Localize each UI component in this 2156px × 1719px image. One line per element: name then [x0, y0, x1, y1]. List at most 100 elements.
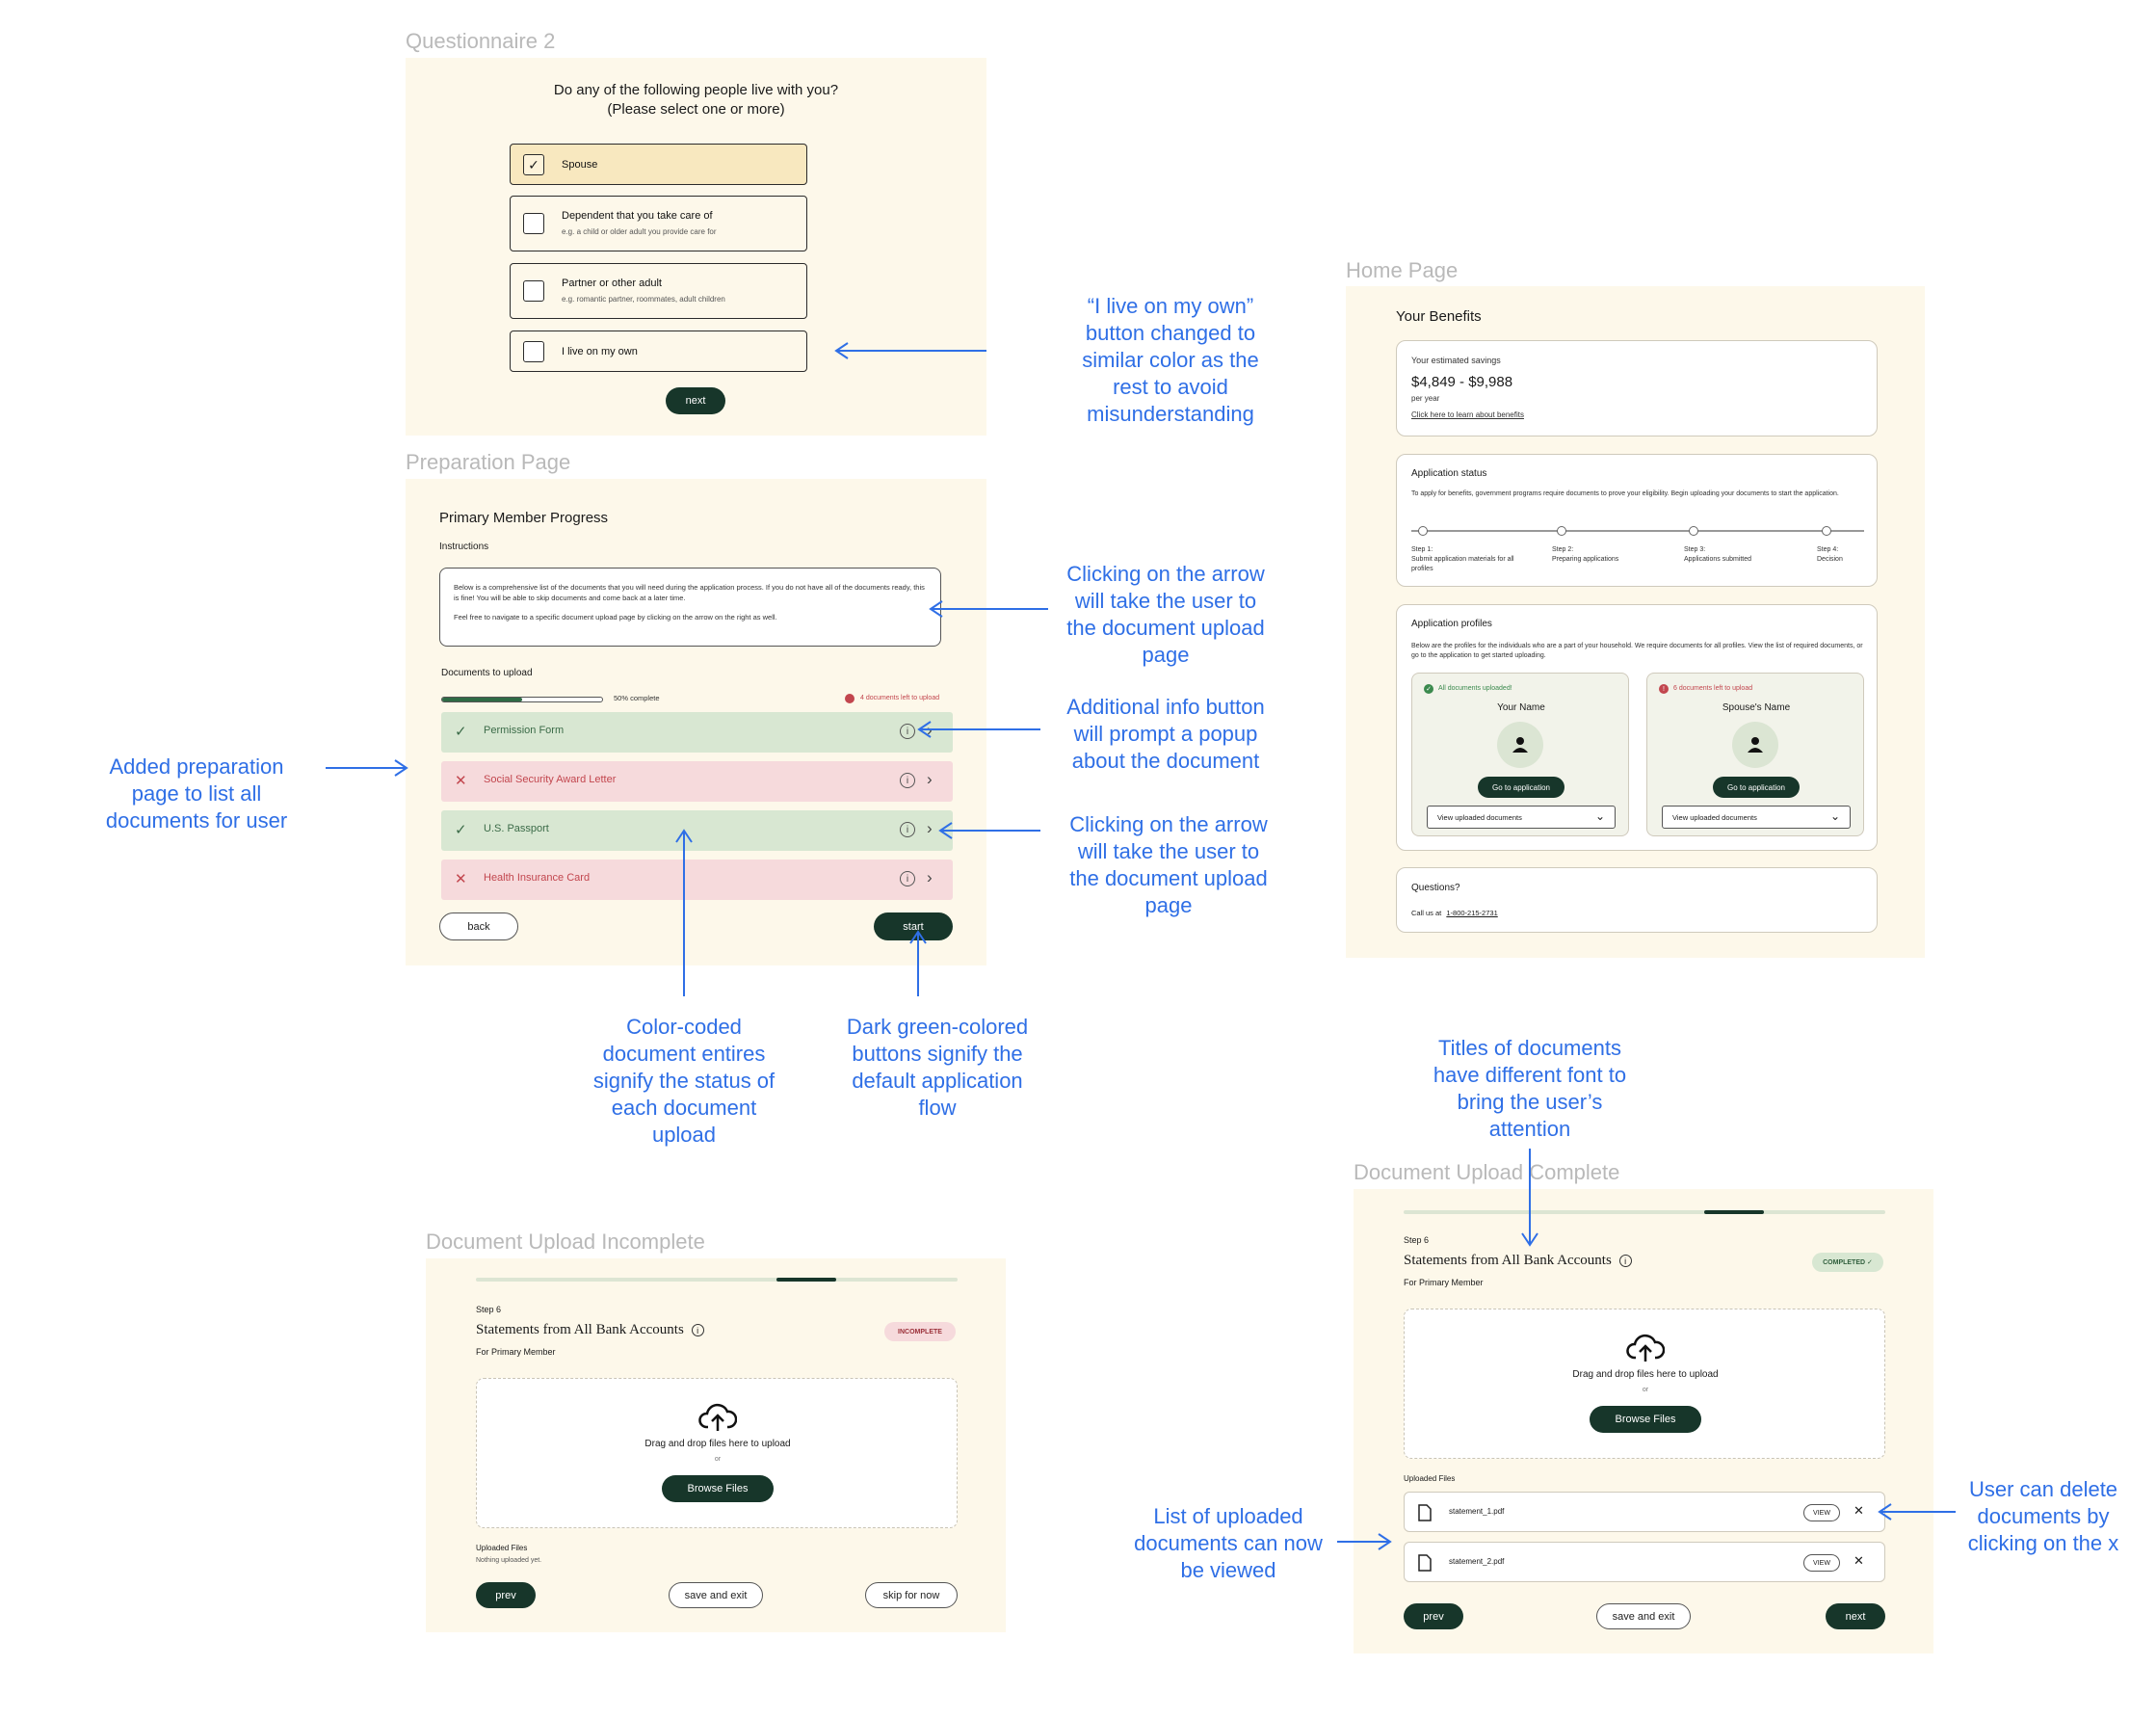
alert-circle-icon: ! — [1659, 684, 1669, 694]
profile-status: All documents uploaded! — [1438, 685, 1512, 692]
savings-period: per year — [1411, 394, 1440, 403]
info-icon[interactable]: i — [900, 724, 915, 739]
doc-name: Health Insurance Card — [484, 872, 591, 884]
questions-card: Questions? Call us at 1-800-215-2731 — [1396, 867, 1878, 933]
profile-card-spouse: ! 6 documents left to upload Spouse's Na… — [1646, 673, 1864, 836]
next-button[interactable]: next — [666, 387, 725, 414]
go-to-application-button[interactable]: Go to application — [1478, 777, 1564, 798]
go-to-application-button[interactable]: Go to application — [1713, 777, 1800, 798]
upload-complete-frame: Step 6 Statements from All Bank Accounts… — [1354, 1189, 1933, 1653]
checkbox-icon[interactable] — [523, 213, 544, 234]
profiles-desc: Below are the profiles for the individua… — [1411, 643, 1863, 659]
chevron-right-icon[interactable]: › — [927, 819, 933, 838]
info-icon[interactable]: i — [900, 871, 915, 886]
view-button[interactable]: VIEW — [1803, 1554, 1840, 1572]
save-exit-button[interactable]: save and exit — [669, 1582, 763, 1608]
option-label: Spouse — [562, 159, 598, 171]
save-exit-button[interactable]: save and exit — [1596, 1603, 1691, 1629]
option-label: I live on my own — [562, 346, 638, 357]
file-icon — [1418, 1554, 1432, 1572]
doc-subtitle: For Primary Member — [1404, 1278, 1484, 1287]
checkbox-icon[interactable] — [523, 280, 544, 302]
skip-button[interactable]: skip for now — [865, 1582, 958, 1608]
profile-name: Your Name — [1497, 702, 1545, 713]
preparation-frame-title: Preparation Page — [406, 450, 571, 474]
profile-status: 6 documents left to upload — [1673, 685, 1753, 692]
option-sublabel: e.g. romantic partner, roommates, adult … — [562, 295, 725, 304]
doc-title: Statements from All Bank Accounts i — [1404, 1253, 1632, 1269]
option-spouse[interactable]: ✓ Spouse — [510, 144, 807, 185]
browse-files-button[interactable]: Browse Files — [1590, 1406, 1701, 1433]
step-dot-icon — [1557, 526, 1566, 536]
annotation-color-coded: Color-coded document entires signify the s… — [592, 1015, 776, 1147]
alert-dot-icon — [845, 694, 855, 703]
checkbox-icon[interactable] — [523, 341, 544, 362]
info-icon[interactable]: i — [900, 773, 915, 788]
status-card: Application status To apply for benefits… — [1396, 454, 1878, 587]
file-name: statement_1.pdf — [1449, 1507, 1505, 1516]
avatar — [1732, 722, 1778, 768]
info-icon[interactable]: i — [1618, 1255, 1632, 1267]
checkbox-checked-icon[interactable]: ✓ — [523, 154, 544, 175]
questionnaire-frame-title: Questionnaire 2 — [406, 29, 556, 53]
check-circle-icon: ✓ — [1424, 684, 1433, 694]
progress-fill — [442, 698, 522, 701]
upload-dropzone[interactable]: Drag and drop files here to upload or Br… — [476, 1378, 958, 1528]
doc-row-permission-form[interactable]: ✓ Permission Form i › — [441, 712, 953, 753]
upload-dropzone[interactable]: Drag and drop files here to upload or Br… — [1404, 1309, 1885, 1459]
option-label: Dependent that you take care of — [562, 210, 713, 222]
preparation-frame: Primary Member Progress Instructions Bel… — [406, 479, 986, 965]
chevron-right-icon[interactable]: › — [927, 770, 933, 789]
annotation-live-alone: “I live on my own” button changed to simil… — [1082, 294, 1259, 426]
upload-incomplete-frame: Step 6 Statements from All Bank Accounts… — [426, 1258, 1006, 1632]
close-icon[interactable]: ✕ — [1854, 1553, 1864, 1569]
doc-row-health-insurance[interactable]: ✕ Health Insurance Card i › — [441, 860, 953, 900]
view-docs-dropdown[interactable]: View uploaded documents ⌄ — [1427, 806, 1616, 829]
uploaded-files-label: Uploaded Files — [1404, 1474, 1456, 1483]
chevron-down-icon: ⌄ — [1594, 809, 1605, 823]
info-icon[interactable]: i — [900, 822, 915, 837]
docs-left-text: 4 documents left to upload — [860, 695, 940, 701]
chevron-right-icon[interactable]: › — [927, 721, 933, 740]
close-icon[interactable]: ✕ — [1854, 1503, 1864, 1519]
option-dependent[interactable]: Dependent that you take care of e.g. a c… — [510, 196, 807, 251]
file-icon — [1418, 1504, 1432, 1521]
annotation-info-button: Additional info button will prompt a popu… — [1066, 695, 1265, 773]
browse-files-button[interactable]: Browse Files — [662, 1475, 774, 1502]
view-docs-dropdown[interactable]: View uploaded documents ⌄ — [1662, 806, 1851, 829]
prev-button[interactable]: prev — [476, 1582, 536, 1608]
home-frame: Your Benefits Your estimated savings $4,… — [1346, 286, 1925, 958]
step-progress-track — [1404, 1210, 1885, 1214]
doc-row-passport[interactable]: ✓ U.S. Passport i › — [441, 810, 953, 851]
next-button[interactable]: next — [1826, 1603, 1885, 1629]
status-badge: COMPLETED ✓ — [1812, 1253, 1883, 1272]
phone-link[interactable]: 1-800-215-2731 — [1446, 909, 1497, 917]
step-progress-indicator — [776, 1278, 836, 1282]
annotation-titles-font: Titles of documents have different font t… — [1433, 1036, 1627, 1141]
info-icon[interactable]: i — [691, 1324, 704, 1336]
phone-line: Call us at 1-800-215-2731 — [1411, 909, 1498, 917]
savings-card: Your estimated savings $4,849 - $9,988 p… — [1396, 340, 1878, 436]
instructions-text-2: Feel free to navigate to a specific docu… — [454, 613, 777, 621]
annotation-list-uploaded: List of uploaded documents can now be view… — [1134, 1504, 1323, 1582]
profiles-card: Application profiles Below are the profi… — [1396, 604, 1878, 851]
drop-text: Drag and drop files here to upload — [644, 1439, 791, 1449]
prev-button[interactable]: prev — [1404, 1603, 1463, 1629]
option-partner[interactable]: Partner or other adult e.g. romantic par… — [510, 263, 807, 319]
chevron-down-icon: ⌄ — [1829, 809, 1840, 823]
back-button[interactable]: back — [439, 912, 518, 940]
start-button[interactable]: start — [874, 912, 953, 940]
or-text: or — [714, 1456, 722, 1463]
option-sublabel: e.g. a child or older adult you provide … — [562, 227, 717, 236]
step-dot-icon — [1689, 526, 1698, 536]
doc-name: U.S. Passport — [484, 823, 549, 834]
progress-bar — [441, 697, 603, 702]
view-button[interactable]: VIEW — [1803, 1504, 1840, 1521]
benefits-link[interactable]: Click here to learn about benefits — [1411, 410, 1524, 419]
option-live-alone[interactable]: I live on my own — [510, 331, 807, 372]
step-3: Step 3: Applications submitted — [1684, 546, 1752, 563]
check-icon: ✓ — [455, 822, 467, 838]
doc-row-social-security[interactable]: ✕ Social Security Award Letter i › — [441, 761, 953, 802]
drop-text: Drag and drop files here to upload — [1572, 1369, 1719, 1380]
chevron-right-icon[interactable]: › — [927, 868, 933, 887]
